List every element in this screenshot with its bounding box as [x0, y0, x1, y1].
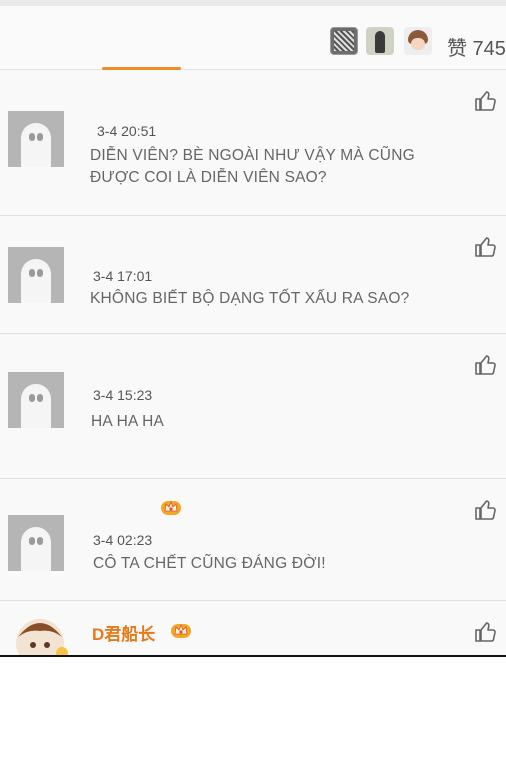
- comment-text: CÔ TA CHẾT CŨNG ĐÁNG ĐỜI!: [93, 553, 326, 575]
- liker-avatar-3[interactable]: [404, 27, 432, 55]
- comment-timestamp: 3-4 02:23: [93, 532, 153, 548]
- comment-item: 3-4 17:01 KHÔNG BIẾT BỘ DẠNG TỐT XẤU RA …: [0, 217, 506, 334]
- thumbs-up-icon[interactable]: [474, 498, 498, 522]
- comment-text: DIỄN VIÊN? BÈ NGOÀI NHƯ VẬY MÀ CŨNG ĐƯỢC…: [90, 145, 415, 189]
- comment-text-line: DIỄN VIÊN? BÈ NGOÀI NHƯ VẬY MÀ CŨNG: [90, 147, 415, 164]
- comment-text-line: KHÔNG BIẾT BỘ DẠNG TỐT XẤU RA SAO?: [90, 290, 410, 307]
- thumbs-up-icon[interactable]: [474, 353, 498, 377]
- like-count-label[interactable]: 赞 745: [447, 32, 506, 61]
- active-tab-indicator: [102, 67, 181, 70]
- comment-username[interactable]: D君船长: [92, 620, 155, 645]
- thumbs-up-icon[interactable]: [474, 620, 498, 644]
- comment-text-line: HA HA HA: [91, 413, 165, 430]
- liker-avatar-1[interactable]: [330, 27, 358, 55]
- crown-badge-icon: [161, 500, 181, 515]
- comments-header: 赞 745: [0, 6, 506, 70]
- comment-text-line: ĐƯỢC COI LÀ DIỄN VIÊN SAO?: [90, 169, 327, 186]
- comment-item: 3-4 20:51 DIỄN VIÊN? BÈ NGOÀI NHƯ VẬY MÀ…: [0, 71, 506, 216]
- liker-avatar-2[interactable]: [366, 27, 394, 55]
- comment-timestamp: 3-4 17:01: [93, 268, 153, 284]
- default-avatar-icon[interactable]: [8, 515, 64, 571]
- default-avatar-icon[interactable]: [8, 372, 64, 428]
- comment-item: 3-4 15:23 HA HA HA: [0, 335, 506, 479]
- anime-avatar-icon[interactable]: [12, 615, 68, 657]
- comment-screen: 赞 745 3-4 20:51 DIỄN VIÊN? BÈ NGOÀI NHƯ …: [0, 0, 506, 657]
- comment-timestamp: 3-4 15:23: [93, 387, 153, 403]
- crown-badge-icon: [171, 623, 191, 638]
- comment-text: KHÔNG BIẾT BỘ DẠNG TỐT XẤU RA SAO?: [90, 288, 409, 310]
- default-avatar-icon[interactable]: [8, 247, 64, 303]
- default-avatar-icon[interactable]: [8, 111, 64, 167]
- comment-text-line: CÔ TA CHẾT CŨNG ĐÁNG ĐỜI!: [93, 555, 326, 572]
- comment-item: [0, 602, 506, 655]
- thumbs-up-icon[interactable]: [474, 235, 498, 259]
- comment-text: HA HA HA: [91, 411, 164, 433]
- thumbs-up-icon[interactable]: [474, 89, 498, 113]
- comment-item: 3-4 02:23 CÔ TA CHẾT CŨNG ĐÁNG ĐỜI!: [0, 480, 506, 601]
- comment-timestamp: 3-4 20:51: [97, 123, 157, 139]
